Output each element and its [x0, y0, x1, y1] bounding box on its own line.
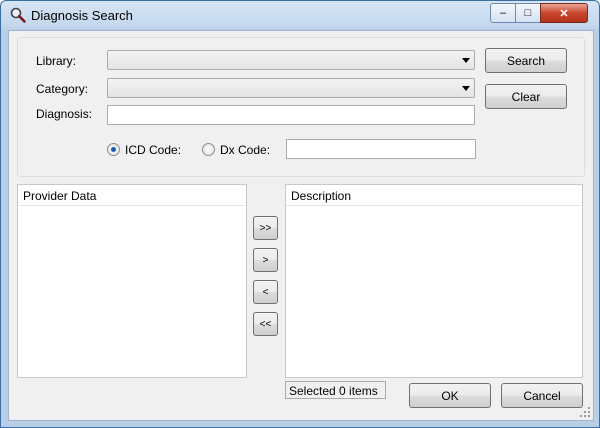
- provider-data-list[interactable]: Provider Data: [17, 184, 247, 378]
- icd-code-radio[interactable]: [107, 143, 120, 156]
- maximize-button[interactable]: □: [515, 3, 541, 23]
- icd-code-label: ICD Code:: [125, 143, 182, 157]
- magnifier-search-icon: [10, 7, 26, 23]
- title-bar[interactable]: Diagnosis Search – □ ✕: [1, 1, 599, 31]
- chevron-down-icon: [462, 58, 470, 63]
- window-title: Diagnosis Search: [31, 8, 133, 23]
- remove-all-button[interactable]: <<: [253, 312, 278, 336]
- selection-status: Selected 0 items: [285, 381, 386, 399]
- category-label: Category:: [36, 82, 89, 96]
- dx-code-label: Dx Code:: [220, 143, 271, 157]
- description-header: Description: [286, 185, 582, 206]
- close-button[interactable]: ✕: [540, 3, 588, 23]
- dx-code-radio[interactable]: [202, 143, 215, 156]
- diagnosis-label: Diagnosis:: [36, 107, 93, 121]
- library-dropdown[interactable]: [107, 50, 475, 70]
- description-list[interactable]: Description: [285, 184, 583, 378]
- search-button[interactable]: Search: [485, 48, 567, 73]
- cancel-button[interactable]: Cancel: [501, 383, 583, 408]
- dialog-window: Diagnosis Search – □ ✕ Library: Category…: [0, 0, 600, 428]
- dialog-client-area: Library: Category: Diagnosis: Search Cle…: [8, 30, 594, 421]
- code-input[interactable]: [286, 139, 476, 159]
- ok-button[interactable]: OK: [409, 383, 491, 408]
- category-dropdown[interactable]: [107, 78, 475, 98]
- resize-grip-icon[interactable]: [579, 406, 591, 418]
- minimize-button[interactable]: –: [490, 3, 516, 23]
- clear-button[interactable]: Clear: [485, 84, 567, 109]
- library-label: Library:: [36, 54, 77, 68]
- provider-data-header: Provider Data: [18, 185, 246, 206]
- diagnosis-input[interactable]: [107, 105, 475, 125]
- remove-selected-button[interactable]: <: [253, 280, 278, 304]
- chevron-down-icon: [462, 86, 470, 91]
- add-selected-button[interactable]: >: [253, 248, 278, 272]
- add-all-button[interactable]: >>: [253, 216, 278, 240]
